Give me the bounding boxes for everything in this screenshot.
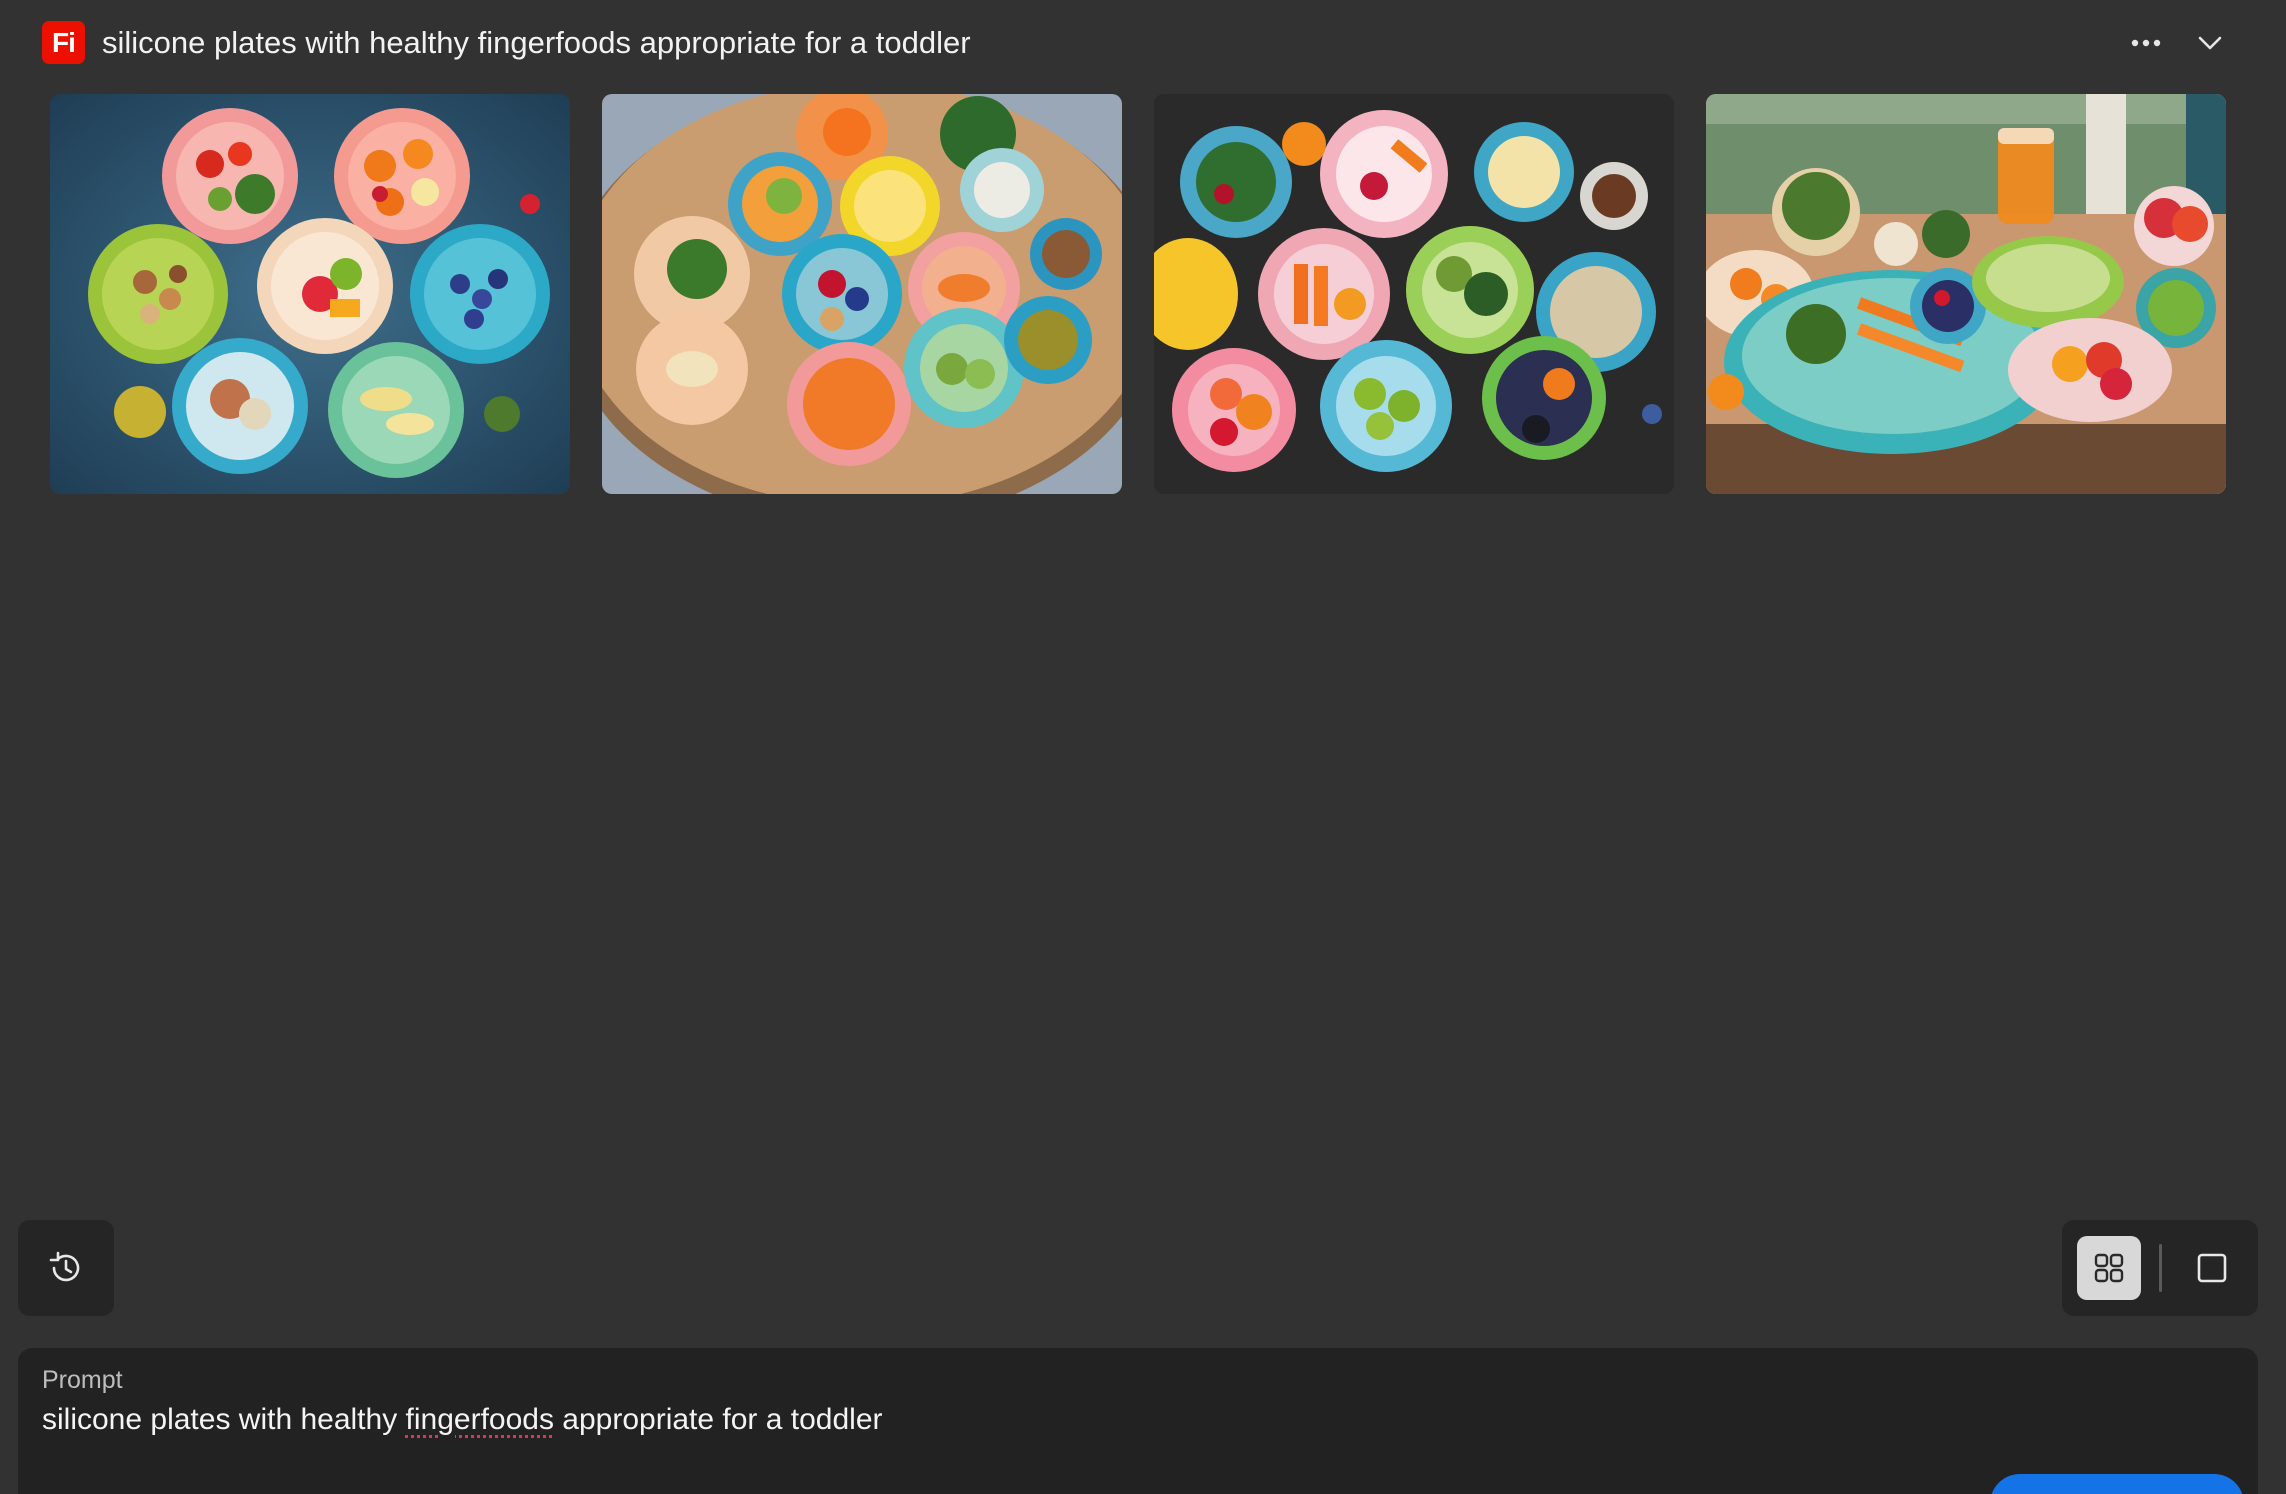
view-toggle: [2062, 1220, 2258, 1316]
history-button[interactable]: [18, 1220, 114, 1316]
results-grid: [50, 94, 2226, 494]
app-logo: Fi: [42, 21, 85, 64]
result-image-4-graphic: [1706, 94, 2226, 494]
result-image-1[interactable]: [50, 94, 570, 494]
grid-view-icon: [2094, 1253, 2124, 1283]
view-divider: [2159, 1244, 2162, 1292]
history-icon: [49, 1251, 80, 1282]
prompt-text-part: appropriate for a toddler: [553, 1403, 883, 1436]
result-image-4[interactable]: [1706, 94, 2226, 494]
collapse-button[interactable]: [2186, 20, 2234, 66]
result-image-1-graphic: [50, 94, 570, 494]
prompt-misspelled-word: fingerfoods: [405, 1403, 554, 1436]
result-image-3[interactable]: [1154, 94, 1674, 494]
result-image-3-graphic: [1154, 94, 1674, 494]
single-view-icon: [2197, 1253, 2227, 1283]
generate-button[interactable]: [1990, 1474, 2244, 1494]
prompt-input[interactable]: silicone plates with healthy fingerfoods…: [42, 1400, 1942, 1440]
firefly-generation-page: Fi silicone plates with healthy fingerfo…: [0, 0, 2286, 1494]
prompt-label: Prompt: [42, 1366, 123, 1394]
page-title: silicone plates with healthy fingerfoods…: [102, 25, 971, 60]
single-view-button[interactable]: [2180, 1236, 2244, 1300]
chevron-down-icon: [2198, 36, 2222, 50]
result-image-2-graphic: [602, 94, 1122, 494]
result-image-2[interactable]: [602, 94, 1122, 494]
ellipsis-icon: [2131, 39, 2161, 47]
grid-view-button[interactable]: [2077, 1236, 2141, 1300]
more-options-button[interactable]: [2122, 20, 2170, 66]
header: Fi silicone plates with healthy fingerfo…: [0, 0, 2286, 86]
prompt-text-part: silicone plates with healthy: [42, 1403, 406, 1436]
prompt-panel: Prompt silicone plates with healthy fing…: [18, 1348, 2258, 1494]
